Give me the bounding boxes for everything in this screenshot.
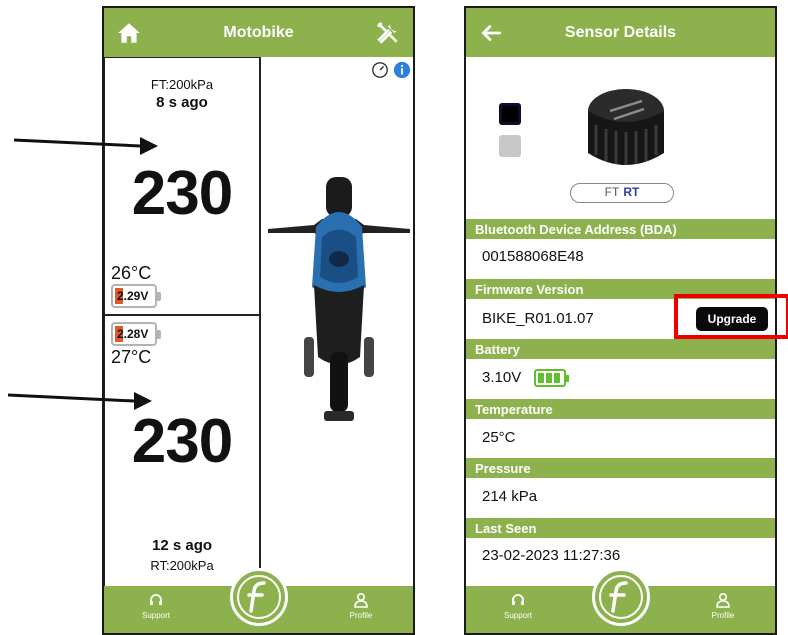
battery-cell <box>546 373 552 383</box>
rear-temperature: 27°C <box>111 347 152 367</box>
battery-cell <box>538 373 544 383</box>
panel-divider <box>259 57 261 587</box>
front-battery-value: 2.29V <box>117 289 149 303</box>
pressure-header: Pressure <box>466 458 775 478</box>
nav-profile-label: Profile <box>711 611 735 620</box>
bda-header: Bluetooth Device Address (BDA) <box>466 219 775 239</box>
brand-logo-button[interactable] <box>230 568 288 626</box>
motobike-screen: Motobike FT:200kPa 8 s ago 230 26°C 2.29… <box>102 6 415 635</box>
battery-cell <box>554 373 560 383</box>
annotation-highlight-box <box>674 294 788 339</box>
sensor-selector: FT RT <box>466 57 775 215</box>
rt-label[interactable]: RT <box>623 185 639 199</box>
temperature-header: Temperature <box>466 399 775 419</box>
battery-header: Battery <box>466 339 775 359</box>
ft-label[interactable]: FT <box>605 185 620 199</box>
nav-profile[interactable]: Profile <box>331 592 391 620</box>
rear-battery-indicator: 2.28V <box>111 322 161 346</box>
last-seen-value: 23-02-2023 11:27:36 <box>482 547 621 564</box>
info-icon[interactable] <box>393 61 411 79</box>
battery-value: 3.10V <box>482 369 522 386</box>
nav-support[interactable]: Support <box>126 592 186 620</box>
headset-icon <box>150 594 162 605</box>
header-bar: Sensor Details <box>466 8 775 57</box>
ft-rt-toggle[interactable]: FT RT <box>570 183 674 203</box>
nav-profile[interactable]: Profile <box>693 592 753 620</box>
bda-value: 001588068E48 <box>482 248 584 265</box>
header-bar: Motobike <box>104 8 413 57</box>
nav-profile-label: Profile <box>349 611 373 620</box>
sensor-select-rear[interactable] <box>499 135 521 157</box>
gauge-icon[interactable] <box>371 61 389 79</box>
nav-support[interactable]: Support <box>488 592 548 620</box>
sensor-cap-image <box>588 89 664 165</box>
brand-logo-icon <box>237 575 281 619</box>
front-pressure-value: 230 <box>131 159 233 228</box>
rear-pressure-value: 230 <box>131 407 233 476</box>
nav-support-label: Support <box>141 611 171 620</box>
firmware-value: BIKE_R01.01.07 <box>482 310 594 327</box>
battery-full-icon <box>534 369 569 387</box>
front-tire-panel[interactable]: FT:200kPa 8 s ago 230 26°C 2.29V <box>104 57 260 315</box>
page-title: Sensor Details <box>564 24 677 41</box>
last-seen-header: Last Seen <box>466 518 775 538</box>
brand-logo-icon <box>599 575 643 619</box>
front-last-update: 8 s ago <box>156 94 208 111</box>
headset-icon <box>512 594 524 605</box>
front-temperature: 26°C <box>111 263 152 283</box>
tools-icon[interactable] <box>375 20 401 46</box>
pressure-value: 214 kPa <box>482 488 538 505</box>
nav-support-label: Support <box>503 611 533 620</box>
annotation-arrow <box>13 137 158 155</box>
brand-logo-button[interactable] <box>592 568 650 626</box>
rear-last-update: 12 s ago <box>151 537 213 554</box>
page-title: Motobike <box>223 24 294 41</box>
rear-battery-value: 2.28V <box>117 327 149 341</box>
rear-tire-panel[interactable]: 2.28V 27°C 230 12 s ago RT:200kPa <box>104 315 260 587</box>
motorcycle-image <box>268 177 410 421</box>
annotation-arrow <box>7 392 152 410</box>
user-icon <box>716 592 730 608</box>
front-battery-indicator: 2.29V <box>111 284 161 308</box>
front-pressure-label: FT:200kPa <box>150 77 214 92</box>
temperature-value: 25°C <box>482 429 516 446</box>
sensor-select-front[interactable] <box>499 103 521 125</box>
user-icon <box>354 592 368 608</box>
